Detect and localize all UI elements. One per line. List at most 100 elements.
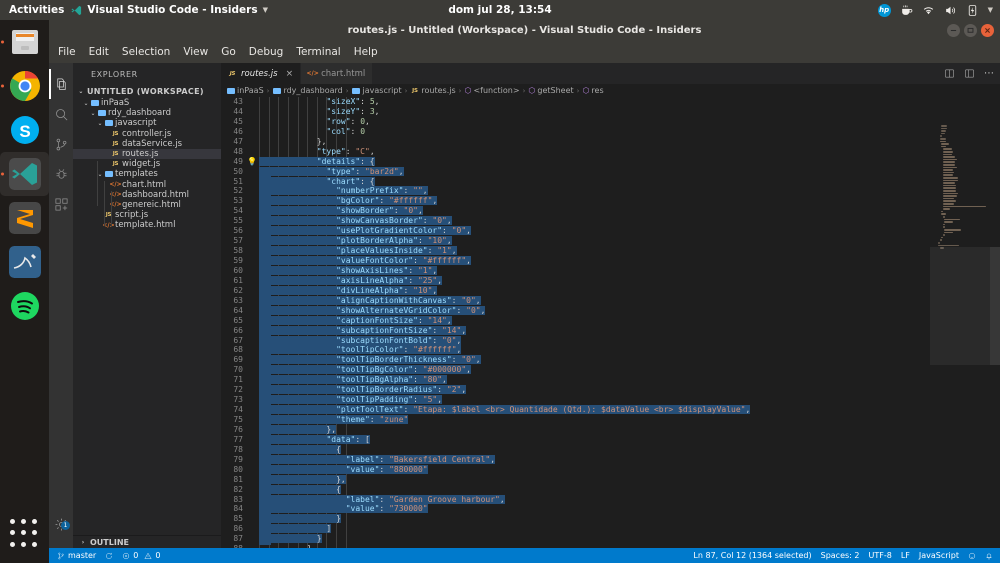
tree-item-controller-js[interactable]: JS controller.js <box>73 129 221 139</box>
menu-file[interactable]: File <box>58 46 76 58</box>
battery-icon[interactable] <box>966 4 979 17</box>
editor-scrollbar[interactable] <box>990 97 1000 548</box>
folder-icon <box>97 110 106 117</box>
split-editor-icon[interactable] <box>944 68 955 79</box>
tree-item-widget-js[interactable]: JS widget.js <box>73 159 221 169</box>
tree-item-rdy-dashboard[interactable]: ⌄ rdy_dashboard <box>73 108 221 118</box>
spotify-icon <box>10 292 39 320</box>
volume-icon[interactable] <box>944 4 957 17</box>
code-line: "toolTipBgColor": "#000000", <box>259 365 1000 375</box>
tree-item-genereic-html[interactable]: </> genereic.html <box>73 200 221 210</box>
status-encoding[interactable]: UTF-8 <box>869 551 892 560</box>
hp-logo-icon[interactable]: hp <box>877 3 891 17</box>
tree-item-chart-html[interactable]: </> chart.html <box>73 180 221 190</box>
breadcrumb-item-inpaas[interactable]: inPaaS <box>226 86 264 95</box>
activity-bar-item-manage[interactable]: 1 <box>49 517 73 532</box>
minimap-line <box>942 208 951 210</box>
minimap-line <box>942 171 954 174</box>
breadcrumb-item-javascript[interactable]: javascript <box>352 86 402 95</box>
menu-help[interactable]: Help <box>354 46 378 58</box>
status-eol[interactable]: LF <box>901 551 910 560</box>
breadcrumb-item-res[interactable]: ⬡ res <box>582 86 603 95</box>
dock-item-files[interactable] <box>0 20 49 64</box>
code-line: "value": "730000" <box>259 504 1000 514</box>
tree-item-dashboard-html[interactable]: </> dashboard.html <box>73 190 221 200</box>
wifi-icon[interactable] <box>922 4 935 17</box>
symbol-icon: ⬡ <box>582 86 590 95</box>
activity-bar-item-explorer[interactable] <box>49 69 73 99</box>
tree-item-inpaas[interactable]: ⌄ inPaaS <box>73 98 221 108</box>
tree-item-javascript[interactable]: ⌄ javascript <box>73 118 221 128</box>
status-indentation[interactable]: Spaces: 2 <box>821 551 860 560</box>
system-clock[interactable]: dom jul 28, 13:54 <box>448 4 551 16</box>
maximize-button[interactable] <box>964 24 977 37</box>
outline-section[interactable]: › OUTLINE <box>73 535 221 548</box>
breadcrumb-item-getsheet[interactable]: ⬡ getSheet <box>528 86 573 95</box>
breadcrumb-label: rdy_dashboard <box>283 86 343 95</box>
activity-bar-item-source-control[interactable] <box>49 129 73 159</box>
code-line: "sizeX": 5, <box>326 97 380 106</box>
system-menu-chevron-down-icon[interactable]: ▼ <box>988 6 993 14</box>
activity-bar-item-search[interactable] <box>49 99 73 129</box>
code-line: "row": 0, <box>326 116 370 126</box>
dock-item-skype[interactable]: S <box>0 108 49 152</box>
breadcrumb-separator-icon: › <box>266 86 270 95</box>
menu-view[interactable]: View <box>183 46 208 58</box>
menu-selection[interactable]: Selection <box>122 46 170 58</box>
dock-item-mysql-workbench[interactable] <box>0 240 49 284</box>
breadcrumb-item-rdy-dashboard[interactable]: rdy_dashboard <box>272 86 343 95</box>
tree-item-script-js[interactable]: JS script.js <box>73 210 221 220</box>
close-button[interactable] <box>981 24 994 37</box>
line-number: 67 <box>233 335 243 345</box>
line-number: 53 <box>233 196 243 206</box>
status-notifications[interactable] <box>985 552 993 560</box>
minimize-button[interactable] <box>947 24 960 37</box>
line-number: 46 <box>233 126 243 136</box>
breadcrumb-item-routes-js[interactable]: JS routes.js <box>410 86 456 95</box>
dock-item-vscode[interactable] <box>0 152 49 196</box>
dock-item-chrome[interactable] <box>0 64 49 108</box>
tree-item-template-html[interactable]: </> template.html <box>73 220 221 230</box>
status-feedback[interactable] <box>968 552 976 560</box>
code-line: { <box>259 484 341 494</box>
close-tab-icon[interactable]: × <box>286 69 294 79</box>
status-branch[interactable]: master <box>57 551 96 560</box>
activity-bar-item-debug[interactable] <box>49 159 73 189</box>
status-cursor-position[interactable]: Ln 87, Col 12 (1364 selected) <box>693 551 811 560</box>
activity-bar-item-extensions[interactable] <box>49 189 73 219</box>
tree-item-dataservice-js[interactable]: JS dataService.js <box>73 139 221 149</box>
more-actions-icon[interactable]: ⋯ <box>984 68 995 79</box>
dock-item-spotify[interactable] <box>0 284 49 328</box>
coffee-cup-icon[interactable] <box>900 4 913 17</box>
minimap-slider[interactable] <box>930 247 990 365</box>
status-branch-label: master <box>68 551 97 560</box>
code-line: }, <box>259 474 346 484</box>
menu-terminal[interactable]: Terminal <box>296 46 340 58</box>
menu-go[interactable]: Go <box>221 46 236 58</box>
minimap-line <box>942 174 954 176</box>
minimap-line <box>941 132 946 135</box>
editor-tab-chart-html[interactable]: </> chart.html <box>301 63 374 84</box>
editor-tab-routes-js[interactable]: JS routes.js × <box>221 63 302 84</box>
scrollbar-thumb[interactable] <box>990 247 1000 365</box>
line-number: 83 <box>233 494 243 504</box>
active-app-menu[interactable]: Visual Studio Code - Insiders ▼ <box>71 4 268 16</box>
code-line: "subcaptionFontSize": "14", <box>259 325 1000 336</box>
tree-item-templates[interactable]: ⌄ templates <box>73 169 221 179</box>
quick-fix-lightbulb-icon[interactable]: 💡 <box>247 157 257 167</box>
breadcrumb-item--function-[interactable]: ⬡ <function> <box>464 86 519 95</box>
toggle-panel-icon[interactable] <box>964 68 975 79</box>
dock-item-sublime-text[interactable] <box>0 196 49 240</box>
status-language-mode[interactable]: JavaScript <box>919 551 959 560</box>
menu-debug[interactable]: Debug <box>249 46 284 58</box>
status-sync[interactable] <box>105 552 113 560</box>
minimap-line <box>942 205 986 208</box>
workspace-root-row[interactable]: ⌄ UNTITLED (WORKSPACE) <box>73 85 221 98</box>
outline-label: OUTLINE <box>90 537 129 547</box>
activities-button[interactable]: Activities <box>9 4 64 16</box>
tree-item-routes-js[interactable]: JS routes.js <box>73 148 221 160</box>
show-applications-button[interactable] <box>9 519 40 549</box>
code-editor[interactable]: 43 44 45 46 47 48 49 50 51 52 53 54 55 56 57 58 59 60 61 62… <box>221 97 1000 548</box>
menu-edit[interactable]: Edit <box>89 46 109 58</box>
status-problems[interactable]: 0 0 <box>122 551 160 560</box>
